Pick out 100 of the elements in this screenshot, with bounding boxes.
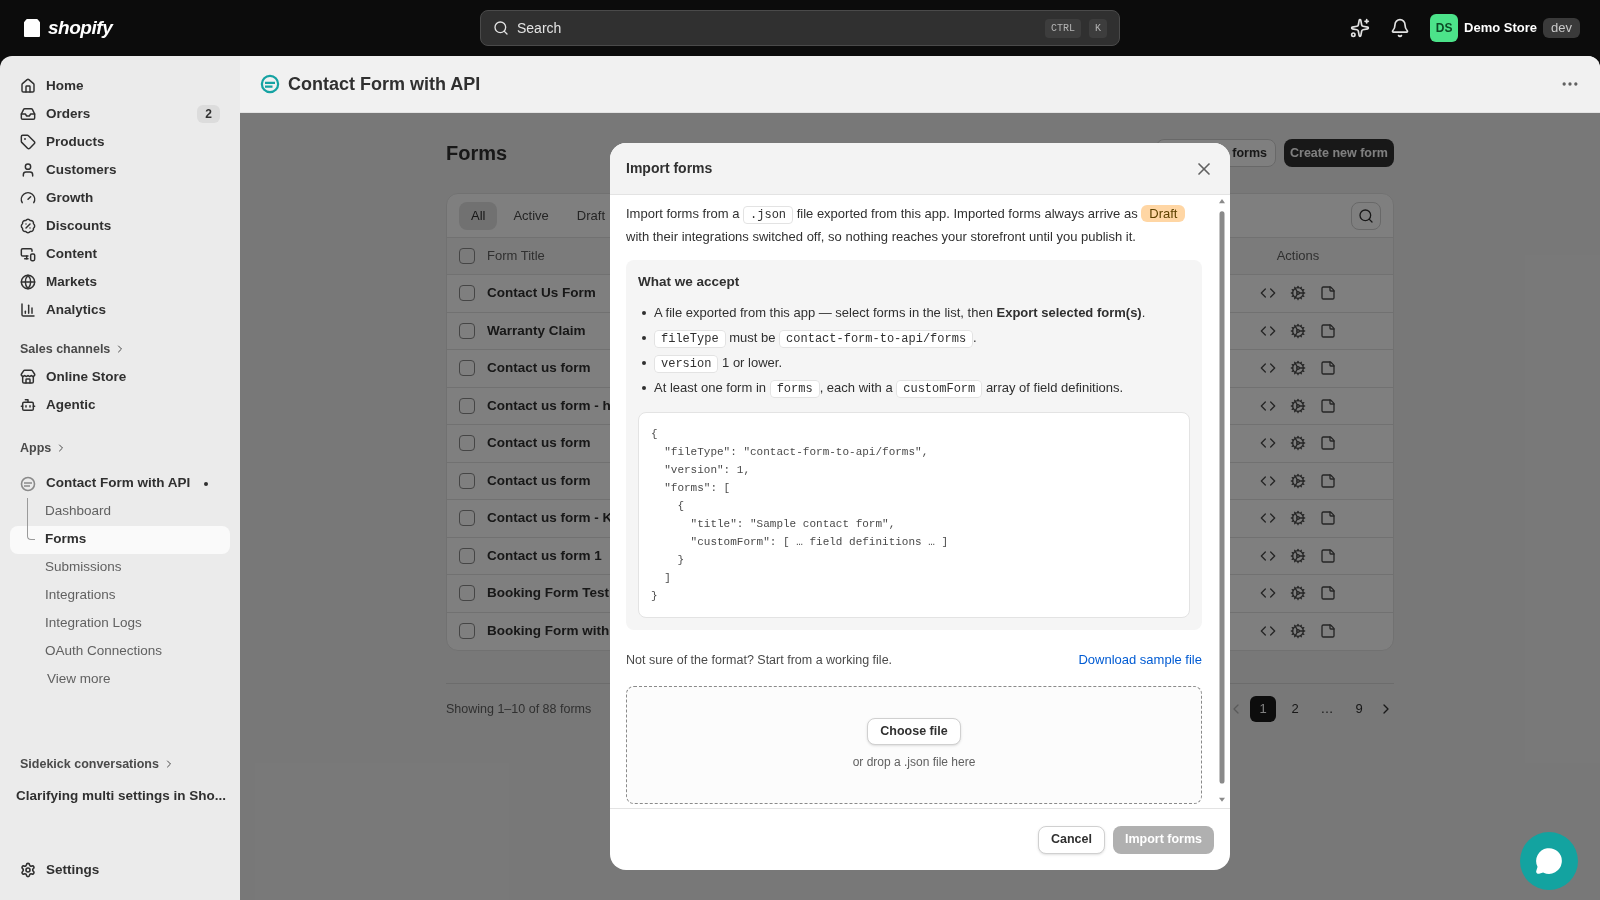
row-checkbox[interactable] xyxy=(459,585,475,602)
note-icon[interactable] xyxy=(1320,397,1336,414)
monitor-icon xyxy=(20,246,36,262)
chat-button[interactable] xyxy=(1520,832,1578,890)
row-checkbox[interactable] xyxy=(459,285,475,302)
format-hint: Not sure of the format? Start from a working file. xyxy=(626,651,894,669)
nav-item[interactable]: Contact Form with API xyxy=(10,469,230,498)
nav-item[interactable]: Agentic xyxy=(10,390,230,419)
shortcut-key: K xyxy=(1089,18,1107,38)
nav-item[interactable]: Discounts xyxy=(10,212,230,240)
note-icon[interactable] xyxy=(1320,322,1336,339)
settings-icon[interactable] xyxy=(1290,435,1306,452)
note-icon[interactable] xyxy=(1320,435,1336,452)
row-checkbox[interactable] xyxy=(459,472,475,489)
tag-icon xyxy=(20,134,36,150)
person-icon xyxy=(20,162,36,178)
discount-icon xyxy=(20,218,36,234)
bullet-icon xyxy=(642,385,646,390)
page-number[interactable]: 1 xyxy=(1250,696,1276,722)
note-icon[interactable] xyxy=(1320,360,1336,377)
search-icon xyxy=(493,20,509,36)
settings-icon[interactable] xyxy=(1290,285,1306,302)
note-icon[interactable] xyxy=(1320,472,1336,489)
app-logo-icon xyxy=(260,74,280,94)
nav-item[interactable]: Markets xyxy=(10,268,230,296)
settings-icon[interactable] xyxy=(1290,472,1306,489)
page-number[interactable]: … xyxy=(1314,696,1340,722)
settings-icon[interactable] xyxy=(1290,623,1306,640)
sidekick-icon[interactable] xyxy=(1350,18,1371,38)
filter-tab[interactable]: Active xyxy=(501,201,561,230)
download-link[interactable]: Download sample file xyxy=(1078,650,1202,670)
section-heading[interactable]: Sidekick conversations xyxy=(10,755,230,774)
row-checkbox[interactable] xyxy=(459,360,475,377)
nav-item[interactable]: Customers xyxy=(10,156,230,184)
example-code: { "fileType": "contact-form-to-api/forms", "version": 1, "forms": [ { "title": "Sample contact form", "customForm": [ … field definitions … ] } ] } xyxy=(638,412,1190,619)
settings-icon[interactable] xyxy=(1290,397,1306,414)
note-icon[interactable] xyxy=(1320,510,1336,527)
sub-nav-item[interactable]: Dashboard xyxy=(10,497,230,526)
action-button[interactable]: Create new form xyxy=(1284,139,1394,167)
panel-heading: What we accept xyxy=(638,273,741,291)
sub-nav-item[interactable]: Integrations xyxy=(10,581,230,610)
notifications-icon[interactable] xyxy=(1390,18,1411,38)
conversation-item[interactable]: Clarifying multi settings in Sho... xyxy=(10,785,230,806)
nav-item[interactable]: Settings xyxy=(10,856,230,884)
requirement-item: At least one form in forms , each with a customForm array of field definitions. xyxy=(654,378,1124,398)
note-icon[interactable] xyxy=(1320,285,1336,302)
sub-nav-item[interactable]: Forms xyxy=(10,525,230,554)
store-avatar[interactable]: DS xyxy=(1430,14,1459,42)
column-header: Actions xyxy=(1275,247,1321,266)
column-header: Form Title xyxy=(487,247,546,266)
search-field[interactable]: Search CTRL K xyxy=(480,10,1120,46)
count-badge: 2 xyxy=(197,105,220,123)
settings-icon[interactable] xyxy=(1290,547,1306,564)
sub-nav-item[interactable]: Submissions xyxy=(10,553,230,582)
page-title: Contact Form with API xyxy=(288,72,482,96)
header-checkbox[interactable] xyxy=(459,248,475,264)
settings-icon[interactable] xyxy=(1290,510,1306,527)
row-checkbox[interactable] xyxy=(459,623,475,640)
settings-icon[interactable] xyxy=(1290,360,1306,377)
section-heading[interactable]: Apps xyxy=(10,438,230,458)
chat-bubble-icon xyxy=(1535,847,1563,875)
gauge-icon xyxy=(20,190,36,206)
filter-tab[interactable]: Draft xyxy=(564,201,618,230)
page-number[interactable]: 2 xyxy=(1282,696,1308,722)
row-checkbox[interactable] xyxy=(459,435,475,452)
row-checkbox[interactable] xyxy=(459,397,475,414)
store-name[interactable]: Demo Store xyxy=(1464,18,1538,38)
nav-item[interactable]: Home xyxy=(10,72,230,100)
row-checkbox[interactable] xyxy=(459,510,475,527)
note-icon[interactable] xyxy=(1320,623,1336,640)
nav-item[interactable]: Content xyxy=(10,240,230,268)
search-input[interactable]: Search xyxy=(517,17,1037,39)
nav-item[interactable]: Growth xyxy=(10,184,230,212)
note-icon[interactable] xyxy=(1320,547,1336,564)
sub-nav-item[interactable]: OAuth Connections xyxy=(10,637,230,666)
view-more-link[interactable]: View more xyxy=(10,665,230,694)
nav-item[interactable]: Online Store xyxy=(10,362,230,391)
settings-icon[interactable] xyxy=(1290,585,1306,602)
drop-zone[interactable]: Choose file or drop a .json file here xyxy=(626,685,1202,804)
filter-tab[interactable]: All xyxy=(459,201,498,230)
nav-item[interactable]: Analytics xyxy=(10,296,230,324)
bullet-icon xyxy=(642,335,646,340)
cancel-button[interactable]: Cancel xyxy=(1037,825,1105,854)
row-checkbox[interactable] xyxy=(459,322,475,339)
choose-file-button[interactable]: Choose file xyxy=(867,718,961,746)
bar-chart-icon xyxy=(20,302,36,318)
intro-text: Import forms from a .json file exported from this app. Imported forms always arrive as Draft with their integrations switched off, so nothing reaches your storefront until you publish it. xyxy=(626,203,1202,248)
settings-icon[interactable] xyxy=(1290,322,1306,339)
page-number[interactable]: 9 xyxy=(1346,696,1372,722)
results-summary: Showing 1–10 of 88 forms xyxy=(446,700,593,718)
search-icon xyxy=(1358,207,1374,224)
row-checkbox[interactable] xyxy=(459,547,475,564)
nav-item[interactable]: Orders 2 xyxy=(10,100,230,128)
note-icon[interactable] xyxy=(1320,585,1336,602)
store-icon xyxy=(20,368,36,385)
section-heading[interactable]: Sales channels xyxy=(10,340,230,359)
nav-item[interactable]: Products xyxy=(10,128,230,156)
sub-nav-item[interactable]: Integration Logs xyxy=(10,609,230,638)
globe-icon xyxy=(20,274,36,290)
search-button[interactable] xyxy=(1351,201,1381,230)
